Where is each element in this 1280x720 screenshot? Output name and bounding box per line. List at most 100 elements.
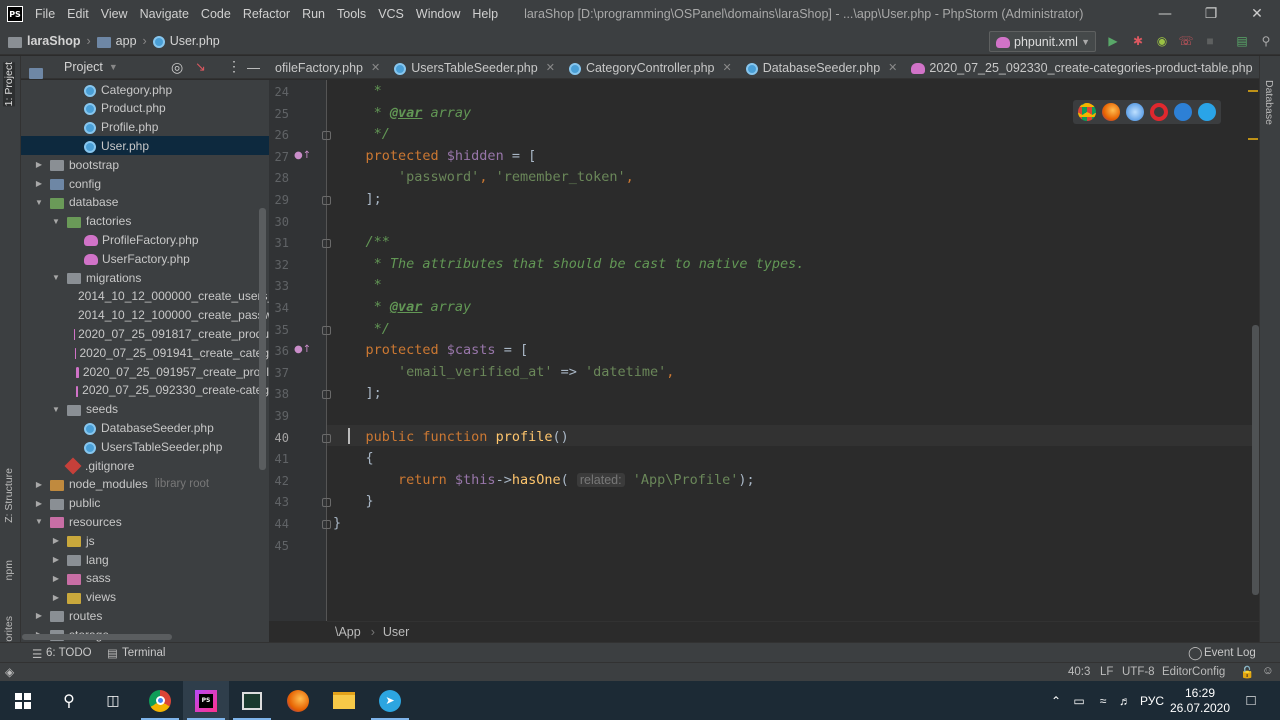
line-number[interactable]: 30 [269, 215, 289, 229]
lock-icon[interactable]: 🔓 [1240, 665, 1254, 679]
edge-icon[interactable] [1198, 103, 1216, 121]
editor-tab[interactable]: CategoryController.php ✕ [563, 56, 740, 78]
tray-expand-icon[interactable]: ⌃ [1047, 681, 1065, 720]
close-tab-icon[interactable]: ✕ [546, 61, 555, 74]
nav-crumb-file[interactable]: User.php [170, 34, 220, 48]
npm-tool-button[interactable]: npm [3, 560, 15, 580]
chevron-right-icon[interactable]: ▶ [34, 611, 44, 620]
tree-item[interactable]: .gitignore [21, 456, 269, 475]
line-number[interactable]: 32 [269, 258, 289, 272]
line-number[interactable]: 28 [269, 171, 289, 185]
tree-item[interactable]: ▶ lang [21, 550, 269, 569]
chevron-right-icon[interactable]: ▶ [34, 499, 44, 508]
todo-tool-button[interactable]: 6: TODO [46, 647, 92, 659]
structure-tool-button[interactable]: Z: Structure [3, 468, 15, 523]
telegram-taskbar-icon[interactable]: ➤ [367, 681, 413, 720]
line-number[interactable]: 41 [269, 452, 289, 466]
chrome-taskbar-icon[interactable] [137, 681, 183, 720]
line-number[interactable]: 44 [269, 517, 289, 531]
tree-item[interactable]: ▼ seeds [21, 400, 269, 419]
line-number[interactable]: 43 [269, 495, 289, 509]
layers-icon[interactable]: ◈ [5, 665, 14, 679]
firefox-taskbar-icon[interactable] [275, 681, 321, 720]
locate-icon[interactable]: ◎ [171, 59, 183, 76]
overrides-marker-icon[interactable]: ●↑ [294, 344, 311, 355]
editor-tab[interactable]: UsersTableSeeder.php ✕ [388, 56, 563, 78]
editorconfig-status[interactable]: EditorConfig [1162, 666, 1225, 678]
close-tab-icon[interactable]: ✕ [371, 61, 380, 74]
chevron-right-icon[interactable]: ▶ [34, 160, 44, 169]
tree-item[interactable]: ▼ migrations [21, 268, 269, 287]
run-config-select[interactable]: phpunit.xml ▼ [989, 31, 1096, 52]
close-tab-icon[interactable]: ✕ [888, 61, 897, 74]
tree-item[interactable]: ▼ factories [21, 212, 269, 231]
line-number[interactable]: 27 [269, 150, 289, 164]
file-explorer-icon[interactable] [321, 681, 367, 720]
tree-item[interactable]: ▶ routes [21, 606, 269, 625]
minimize-button[interactable]: — [1142, 0, 1188, 28]
ospanel-taskbar-icon[interactable] [229, 681, 275, 720]
tree-item[interactable]: ▶ bootstrap [21, 155, 269, 174]
line-number[interactable]: 38 [269, 387, 289, 401]
file-encoding[interactable]: UTF-8 [1122, 666, 1155, 678]
editor-tab[interactable]: DatabaseSeeder.php ✕ [740, 56, 906, 78]
line-number[interactable]: 34 [269, 301, 289, 315]
line-number[interactable]: 29 [269, 193, 289, 207]
line-number[interactable]: 39 [269, 409, 289, 423]
language-indicator[interactable]: РУС [1138, 681, 1166, 720]
tree-item[interactable]: 2014_10_12_000000_create_users_ [21, 287, 269, 306]
search-icon[interactable]: ⚲ [46, 681, 92, 720]
editor-tab[interactable]: ofileFactory.php ✕ [269, 56, 388, 78]
database-tool-button[interactable]: Database [1263, 80, 1275, 125]
terminal-icon[interactable]: ▤ [1234, 33, 1250, 49]
tree-item[interactable]: User.php [21, 136, 269, 156]
collapse-all-icon[interactable]: ↘ [195, 59, 206, 75]
tree-item[interactable]: 2014_10_12_100000_create_passw [21, 306, 269, 325]
line-number[interactable]: 35 [269, 323, 289, 337]
menu-edit[interactable]: Edit [67, 7, 89, 21]
tree-item[interactable]: 2020_07_25_091957_create_profil [21, 362, 269, 381]
more-options-icon[interactable]: ⋮ [227, 58, 241, 75]
tree-item[interactable]: 2020_07_25_091817_create_produ [21, 324, 269, 343]
project-scrollbar[interactable] [259, 208, 266, 470]
firefox-icon[interactable] [1102, 103, 1120, 121]
line-number[interactable]: 25 [269, 107, 289, 121]
tree-item[interactable]: DatabaseSeeder.php [21, 418, 269, 437]
tree-item[interactable]: ▼ resources [21, 512, 269, 531]
notifications-icon[interactable]: ☺ [1262, 665, 1274, 677]
menu-tools[interactable]: Tools [337, 7, 366, 21]
tree-item[interactable]: 2020_07_25_091941_create_categ [21, 343, 269, 362]
menu-navigate[interactable]: Navigate [140, 7, 189, 21]
run-icon[interactable]: ▶ [1105, 33, 1121, 49]
chevron-down-icon[interactable]: ▼ [34, 517, 44, 526]
overrides-marker-icon[interactable]: ●↑ [294, 150, 311, 161]
opera-icon[interactable] [1150, 103, 1168, 121]
tree-item[interactable]: ▶ views [21, 588, 269, 607]
chevron-right-icon[interactable]: ▶ [51, 536, 61, 545]
line-number[interactable]: 37 [269, 366, 289, 380]
coverage-icon[interactable]: ◉ [1154, 33, 1170, 49]
project-tool-button[interactable]: 1: Project [3, 62, 15, 107]
line-number[interactable]: 40 [269, 431, 289, 445]
tree-item[interactable]: ▶ config [21, 174, 269, 193]
project-panel-title[interactable]: Project [64, 60, 103, 74]
chevron-right-icon[interactable]: ▶ [34, 480, 44, 489]
menu-refactor[interactable]: Refactor [243, 7, 290, 21]
menu-window[interactable]: Window [416, 7, 460, 21]
terminal-tool-button[interactable]: Terminal [122, 647, 165, 659]
project-horizontal-scrollbar[interactable] [22, 634, 172, 640]
chevron-down-icon[interactable]: ▼ [51, 405, 61, 414]
chevron-right-icon[interactable]: ▶ [51, 574, 61, 583]
menu-run[interactable]: Run [302, 7, 325, 21]
volume-icon[interactable]: ♬ [1115, 681, 1135, 720]
tree-item[interactable]: ▶ node_modules library root [21, 475, 269, 494]
debug-icon[interactable]: ✱ [1130, 33, 1146, 49]
tree-item[interactable]: Category.php [21, 80, 269, 99]
close-button[interactable]: ✕ [1234, 0, 1280, 28]
line-number[interactable]: 36 [269, 344, 289, 358]
chevron-right-icon[interactable]: ▶ [51, 593, 61, 602]
stop-icon[interactable]: ■ [1202, 33, 1218, 49]
listen-debug-icon[interactable]: ☏ [1178, 33, 1194, 49]
chevron-down-icon[interactable]: ▼ [51, 273, 61, 282]
breadcrumb-class[interactable]: User [383, 625, 409, 639]
